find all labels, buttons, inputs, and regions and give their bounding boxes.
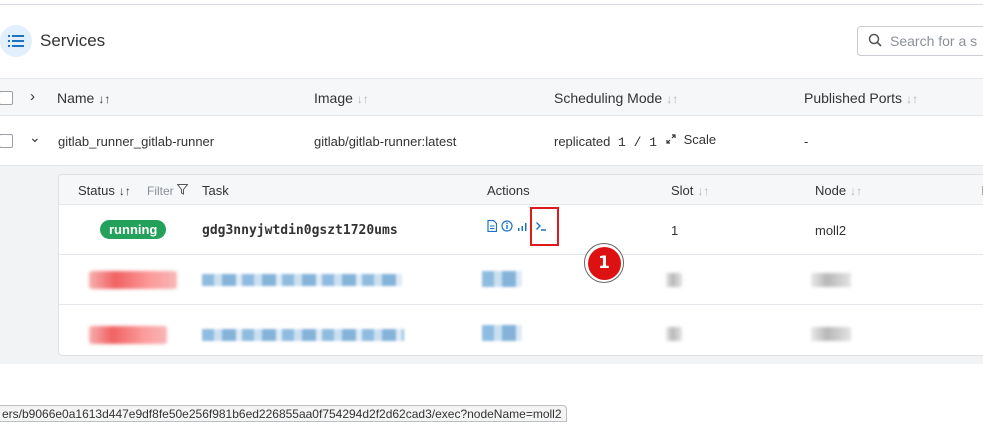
task-row-redacted bbox=[59, 305, 983, 355]
status-filter-button[interactable]: Filter bbox=[147, 184, 189, 198]
service-row: ⌄ gitlab_runner_gitlab-runner gitlab/git… bbox=[0, 116, 983, 166]
mode-label: replicated bbox=[554, 134, 611, 149]
scale-label: Scale bbox=[683, 132, 717, 147]
tasks-panel: Status ↓↑ Filter Task Actions Slot ↓↑ Node… bbox=[0, 166, 983, 364]
redacted-node bbox=[811, 273, 851, 287]
collapse-chevron-icon[interactable]: ⌄ bbox=[29, 129, 41, 146]
column-image[interactable]: Image ↓↑ bbox=[314, 90, 369, 106]
filter-icon bbox=[176, 184, 189, 198]
services-header: Services Search for a s bbox=[0, 5, 983, 78]
search-icon bbox=[868, 33, 882, 50]
task-slot: 1 bbox=[671, 223, 679, 238]
service-name-link[interactable]: gitlab_runner_gitlab-runner bbox=[58, 134, 214, 149]
logs-icon[interactable] bbox=[487, 219, 498, 235]
column-status[interactable]: Status ↓↑ bbox=[78, 183, 131, 198]
service-image: gitlab/gitlab-runner:latest bbox=[314, 134, 457, 149]
step-marker: 1 bbox=[584, 243, 624, 283]
filter-label: Filter bbox=[147, 184, 174, 198]
page-title: Services bbox=[40, 31, 106, 50]
column-scheduling-mode-label: Scheduling Mode bbox=[554, 90, 663, 106]
status-badge: running bbox=[100, 220, 167, 239]
replica-count: 1 / 1 bbox=[618, 135, 658, 150]
search-input[interactable]: Search for a s bbox=[857, 26, 983, 56]
redacted-task bbox=[202, 329, 404, 341]
sort-icon: ↓↑ bbox=[697, 184, 710, 198]
published-ports-value: - bbox=[804, 134, 809, 149]
column-node-label: Node bbox=[815, 183, 847, 198]
expand-all-chevron-icon[interactable]: › bbox=[30, 88, 35, 105]
info-icon[interactable] bbox=[501, 220, 513, 235]
stats-icon[interactable] bbox=[517, 220, 527, 235]
column-name-label: Name bbox=[57, 90, 95, 106]
sort-icon: ↓↑ bbox=[356, 92, 369, 106]
redacted-node bbox=[811, 327, 851, 341]
redacted-status bbox=[89, 326, 167, 344]
row-checkbox[interactable] bbox=[0, 134, 13, 148]
task-node: moll2 bbox=[815, 223, 847, 238]
column-name[interactable]: Name ↓↑ bbox=[57, 90, 110, 106]
column-node[interactable]: Node ↓↑ bbox=[815, 183, 862, 198]
task-row: running gdg3nnyjwtdin0gszt1720ums 1 moll… bbox=[59, 205, 983, 255]
column-scheduling-mode[interactable]: Scheduling Mode ↓↑ bbox=[554, 90, 678, 106]
redacted-task bbox=[202, 274, 402, 286]
redacted-status bbox=[89, 271, 177, 289]
tasks-table-header: Status ↓↑ Filter Task Actions Slot ↓↑ Node… bbox=[59, 175, 983, 205]
column-task: Task bbox=[202, 183, 229, 198]
sort-icon: ↓↑ bbox=[118, 184, 131, 198]
tasks-table: Status ↓↑ Filter Task Actions Slot ↓↑ Node… bbox=[58, 174, 983, 356]
status-badge-label: running bbox=[100, 220, 167, 239]
redacted-slot bbox=[666, 273, 682, 287]
column-slot-label: Slot bbox=[671, 183, 694, 198]
step-marker-number: 1 bbox=[587, 246, 621, 280]
list-icon bbox=[0, 25, 32, 57]
sort-icon: ↓↑ bbox=[666, 92, 679, 106]
column-published-ports[interactable]: Published Ports ↓↑ bbox=[804, 90, 918, 106]
redacted-slot bbox=[666, 327, 682, 341]
sort-icon: ↓↑ bbox=[850, 184, 863, 198]
scale-icon bbox=[666, 132, 680, 147]
status-bar-url: ers/b9066e0a1613d447e9df8fe50e256f981b6e… bbox=[0, 405, 567, 422]
column-published-ports-label: Published Ports bbox=[804, 90, 903, 106]
column-status-label: Status bbox=[78, 183, 115, 198]
redacted-actions bbox=[482, 325, 522, 341]
services-table-header: › Name ↓↑ Image ↓↑ Scheduling Mode ↓↑ Publi… bbox=[0, 78, 983, 116]
task-row-redacted bbox=[59, 255, 983, 305]
column-slot[interactable]: Slot ↓↑ bbox=[671, 183, 709, 198]
sort-icon: ↓↑ bbox=[906, 92, 919, 106]
scale-button[interactable]: Scale bbox=[666, 132, 716, 147]
highlight-box bbox=[530, 207, 559, 246]
task-link[interactable]: gdg3nnyjwtdin0gszt1720ums bbox=[202, 223, 398, 238]
column-image-label: Image bbox=[314, 90, 353, 106]
select-all-checkbox[interactable] bbox=[0, 91, 13, 105]
column-actions: Actions bbox=[487, 183, 530, 198]
scheduling-mode: replicated 1 / 1 bbox=[554, 134, 657, 150]
search-placeholder: Search for a s bbox=[890, 33, 978, 49]
sort-icon: ↓↑ bbox=[98, 92, 111, 106]
redacted-actions bbox=[482, 271, 522, 287]
